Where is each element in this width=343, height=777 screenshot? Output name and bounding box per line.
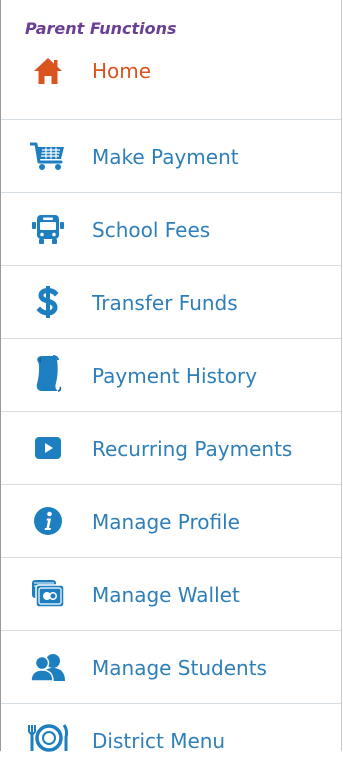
home-icon — [23, 51, 73, 91]
menu-item-label: Manage Wallet — [92, 583, 240, 607]
menu-item-recurring-payments[interactable]: Recurring Payments — [1, 412, 341, 485]
menu-item-label: Manage Students — [92, 656, 267, 680]
shopping-cart-icon — [23, 136, 73, 176]
menu-item-label: School Fees — [92, 218, 211, 242]
dollar-icon — [23, 282, 73, 322]
menu-item-label: Payment History — [92, 364, 258, 388]
panel-title: Parent Functions — [25, 19, 177, 38]
plate-icon — [23, 718, 73, 758]
menu-item-transfer-funds[interactable]: Transfer Funds — [1, 266, 341, 339]
menu-item-label: Transfer Funds — [92, 291, 238, 315]
menu-item-manage-students[interactable]: Manage Students — [1, 631, 341, 704]
menu-item-manage-wallet[interactable]: Manage Wallet — [1, 558, 341, 631]
play-icon — [23, 428, 73, 468]
info-icon — [23, 501, 73, 541]
wallet-icon — [23, 574, 73, 614]
menu-item-district-menu[interactable]: District Menu — [1, 704, 341, 777]
school-bus-icon — [23, 209, 73, 249]
scroll-icon — [23, 353, 73, 393]
menu-item-school-fees[interactable]: School Fees — [1, 193, 341, 266]
menu-item-label: Home — [92, 59, 152, 83]
menu-item-payment-history[interactable]: Payment History — [1, 339, 341, 412]
parent-functions-panel: Parent Functions Home Make Payment Schoo… — [0, 0, 342, 753]
menu-item-label: Recurring Payments — [92, 437, 293, 461]
menu-item-label: District Menu — [92, 729, 226, 753]
menu-item-home[interactable]: Home — [1, 40, 341, 120]
menu-item-make-payment[interactable]: Make Payment — [1, 120, 341, 193]
menu-item-label: Manage Profile — [92, 510, 240, 534]
menu-item-label: Make Payment — [92, 145, 239, 169]
menu-item-manage-profile[interactable]: Manage Profile — [1, 485, 341, 558]
users-icon — [23, 647, 73, 687]
